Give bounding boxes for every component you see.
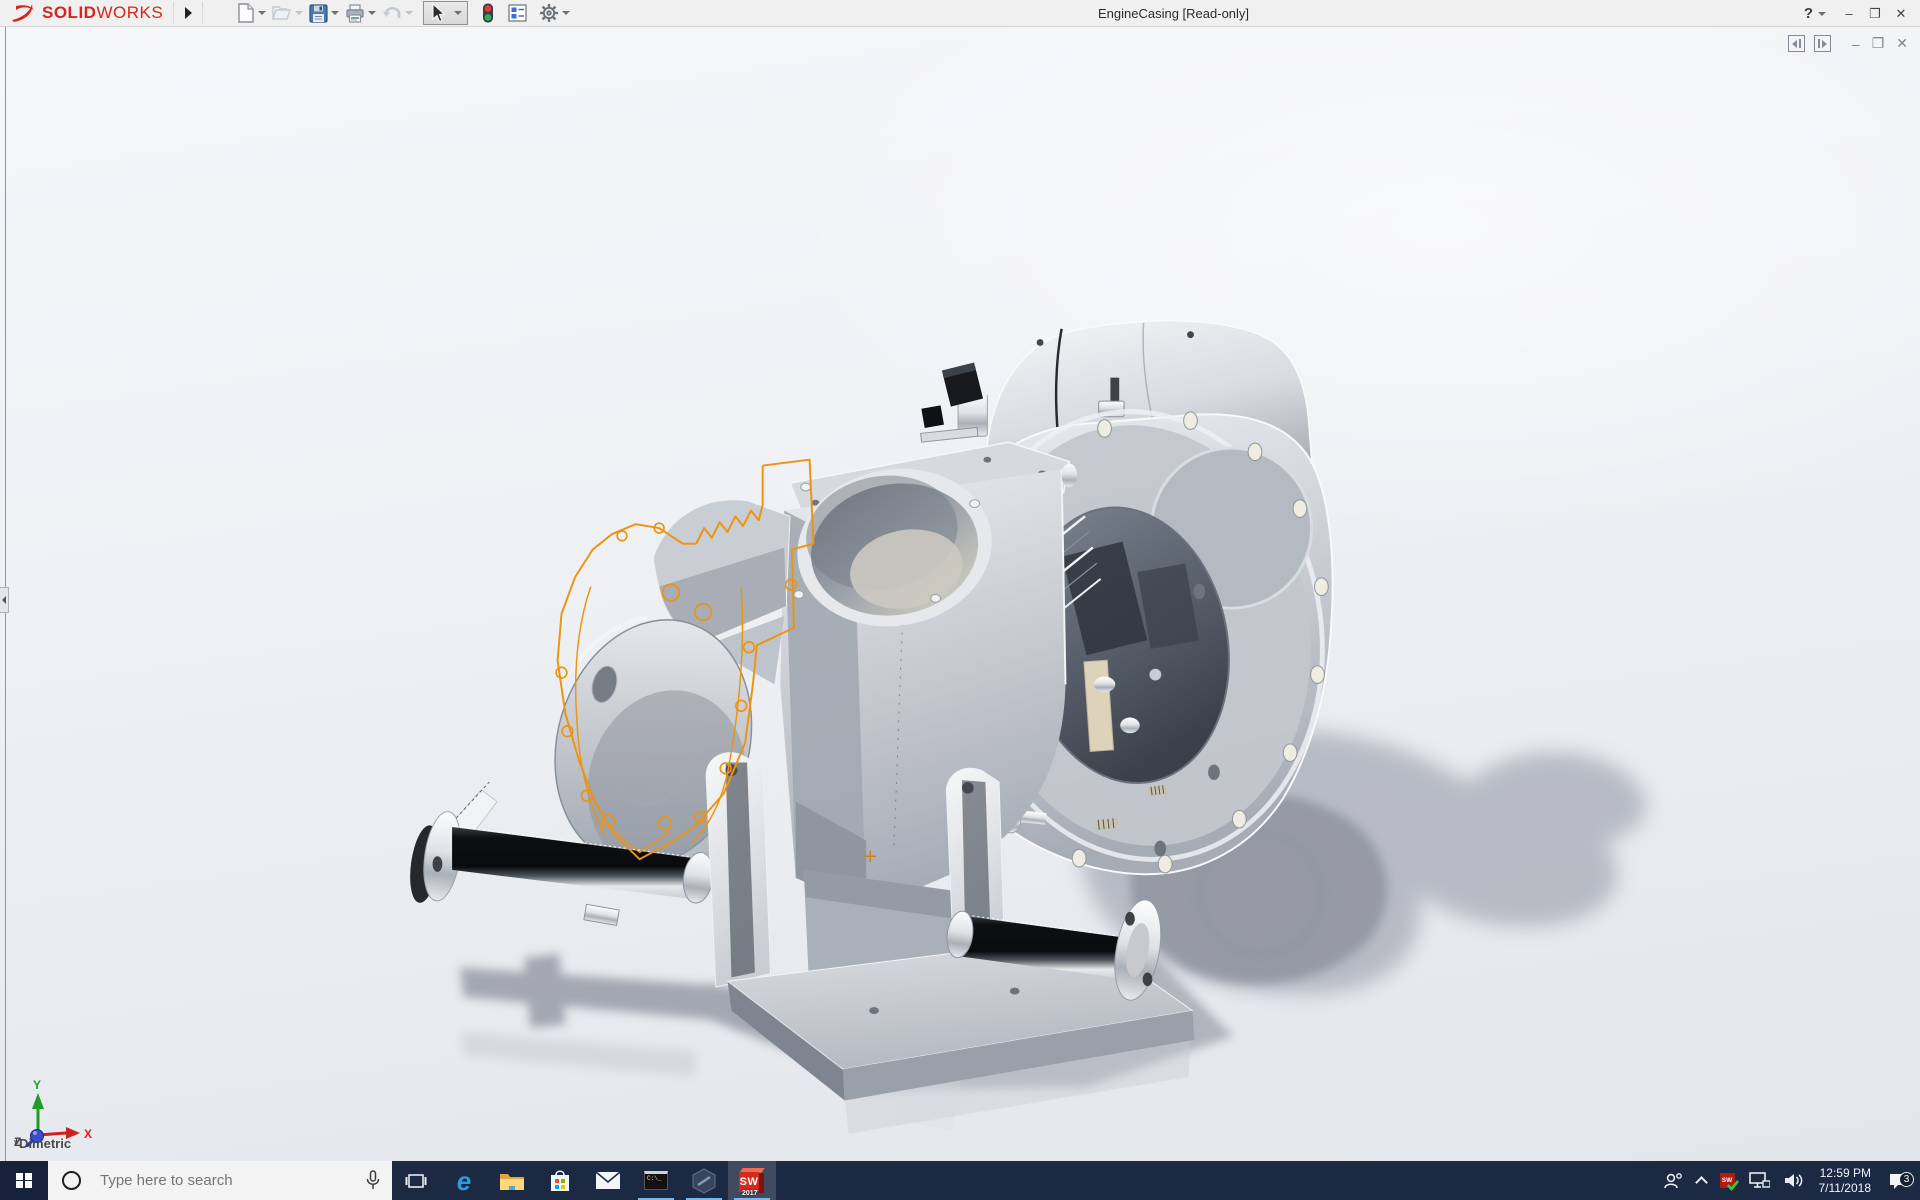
undo-arrow-icon <box>383 6 401 18</box>
help-caret-icon[interactable] <box>1818 11 1826 16</box>
clock-time: 12:59 PM <box>1819 1165 1871 1180</box>
taskbar-edge[interactable]: e <box>440 1161 488 1200</box>
taskbar-mail[interactable] <box>584 1161 632 1200</box>
taskbar-hexagon-app[interactable] <box>680 1161 728 1200</box>
taskbar-clock[interactable]: 12:59 PM 7/11/2018 <box>1819 1166 1872 1196</box>
minimize-button[interactable]: – <box>1836 6 1862 21</box>
component-properties-button[interactable] <box>508 4 527 22</box>
taskbar-solidworks[interactable]: SW 2017 <box>728 1161 776 1200</box>
feature-panel-collapse-tab[interactable] <box>0 587 9 613</box>
select-cursor-icon <box>432 3 446 23</box>
mail-icon <box>595 1171 621 1189</box>
solidworks-app-icon: SW 2017 <box>739 1167 765 1197</box>
solidworks-logo: SOLIDWORKS <box>8 0 163 27</box>
view-orientation-label: *Dimetric <box>14 1136 72 1151</box>
save-button[interactable] <box>309 3 340 23</box>
open-folder-icon <box>272 6 292 20</box>
new-document-button[interactable] <box>237 3 267 23</box>
window-title: EngineCasing [Read-only] <box>1098 6 1250 21</box>
undo-button[interactable] <box>382 4 414 22</box>
3d-viewport-scene[interactable] <box>0 27 1920 1161</box>
stoplight-icon <box>483 3 494 23</box>
command-prompt-icon: C:\_ <box>644 1171 668 1190</box>
green-check-icon <box>1726 1180 1739 1191</box>
file-explorer-icon <box>500 1174 524 1190</box>
task-view-icon <box>405 1173 427 1188</box>
windows-logo-icon <box>16 1172 32 1189</box>
triad-x-label: X <box>84 1127 92 1141</box>
tray-expand-chevron-icon[interactable] <box>1694 1174 1708 1189</box>
gear-icon <box>540 4 559 22</box>
close-button[interactable]: ✕ <box>1888 6 1914 22</box>
print-button[interactable] <box>345 3 377 23</box>
system-tray: SW 12:59 PM 7/11/2018 3 <box>1656 1161 1920 1200</box>
edge-icon: e <box>456 1165 472 1196</box>
collapse-left-pane-button[interactable] <box>1787 35 1805 52</box>
open-button[interactable] <box>272 4 304 22</box>
print-icon <box>346 3 364 23</box>
restore-button[interactable]: ❐ <box>1862 6 1888 22</box>
doc-minimize-button[interactable]: – <box>1852 36 1860 52</box>
windows-taskbar: e C:\_ SW 2017 <box>0 1161 1920 1200</box>
save-floppy-icon <box>309 3 328 23</box>
doc-close-button[interactable]: ✕ <box>1896 35 1908 52</box>
triad-y-label: Y <box>33 1078 41 1092</box>
hexagon-app-icon <box>692 1167 716 1194</box>
notification-badge: 3 <box>1899 1171 1914 1187</box>
taskbar-search[interactable] <box>48 1161 392 1200</box>
properties-list-icon <box>508 4 527 22</box>
solidworks-monitor-icon[interactable]: SW <box>1719 1173 1739 1191</box>
taskbar-command-prompt[interactable]: C:\_ <box>632 1161 680 1200</box>
toolbar-flyout-button[interactable] <box>173 2 204 24</box>
task-view-button[interactable] <box>392 1161 440 1200</box>
action-center-button[interactable]: 3 <box>1881 1171 1915 1190</box>
volume-icon[interactable] <box>1784 1172 1804 1189</box>
taskbar-file-explorer[interactable] <box>488 1161 536 1200</box>
options-button[interactable] <box>539 3 571 23</box>
microphone-icon[interactable] <box>366 1170 380 1190</box>
appearance-stoplight-button[interactable] <box>482 3 494 23</box>
store-icon <box>551 1169 569 1191</box>
app-titlebar: SOLIDWORKS EngineCasing [Read-only] ? – … <box>0 0 1920 27</box>
document-window-controls: – ❐ ✕ <box>1787 35 1908 52</box>
search-input[interactable] <box>98 1161 348 1200</box>
help-button[interactable]: ? <box>1802 5 1815 22</box>
expand-right-pane-button[interactable] <box>1813 35 1831 52</box>
cortana-icon <box>62 1171 81 1190</box>
orientation-triad: Y X Z <box>14 1078 92 1147</box>
clock-date: 7/11/2018 <box>1818 1180 1872 1195</box>
start-button[interactable] <box>0 1161 48 1200</box>
quick-toolbar <box>237 0 576 27</box>
doc-restore-button[interactable]: ❐ <box>1872 35 1885 52</box>
graphics-viewport[interactable]: – ❐ ✕ Y X Z *Dimetric <box>0 27 1920 1161</box>
people-icon[interactable] <box>1663 1172 1683 1190</box>
brand-text: SOLIDWORKS <box>42 3 164 22</box>
select-tool-button[interactable] <box>423 1 469 25</box>
taskbar-store[interactable] <box>536 1161 584 1200</box>
new-document-icon <box>238 3 254 23</box>
network-icon[interactable] <box>1748 1172 1770 1189</box>
ds-swoosh-icon <box>12 4 34 22</box>
